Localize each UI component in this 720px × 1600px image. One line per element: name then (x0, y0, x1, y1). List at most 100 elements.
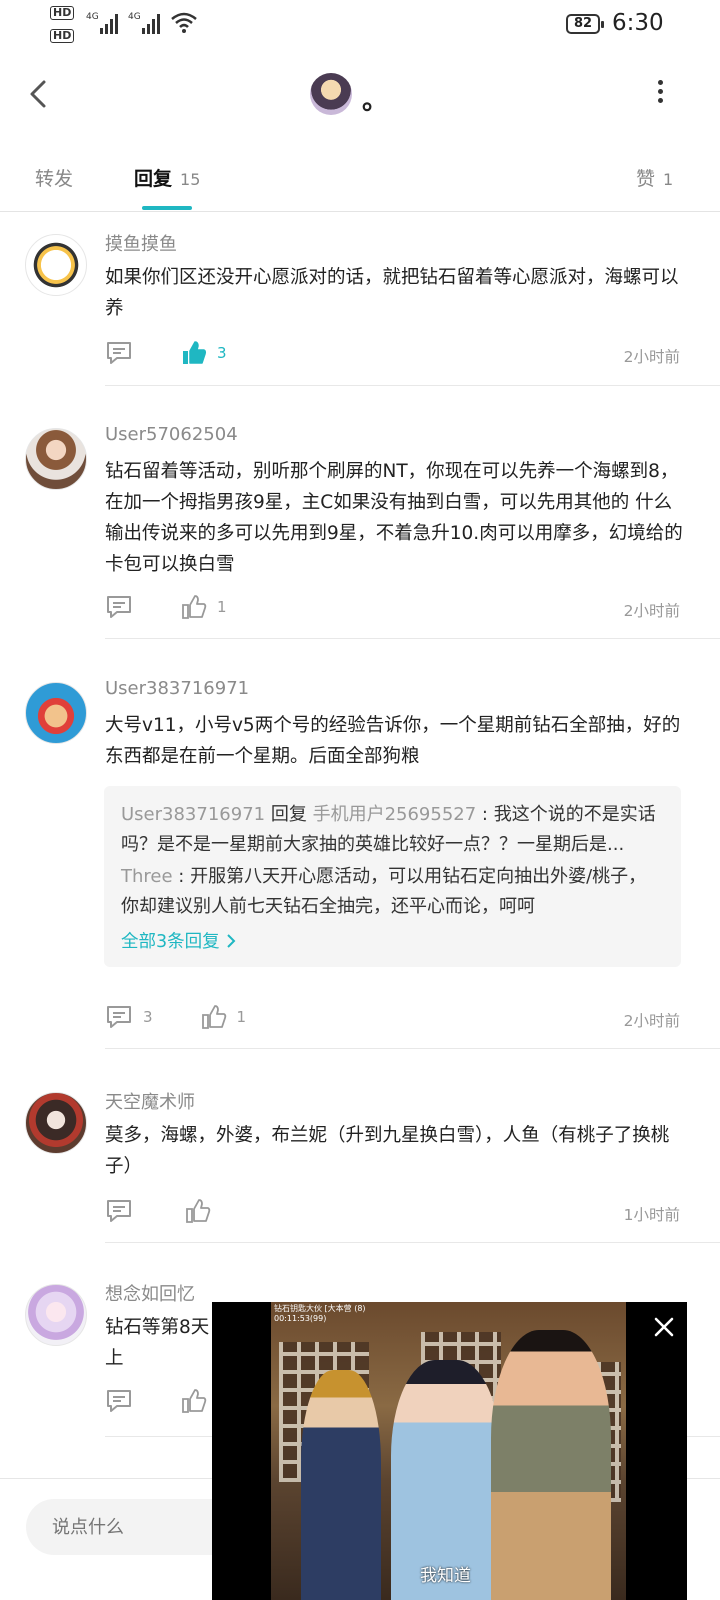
divider (105, 1242, 720, 1243)
like-button[interactable] (181, 1388, 207, 1414)
view-all-replies-label: 全部3条回复 (121, 932, 220, 952)
comment-icon (107, 1200, 131, 1222)
more-button[interactable] (648, 80, 672, 110)
comment-actions: 3 1 (105, 1004, 246, 1030)
timestamp: 1小时前 (623, 1206, 680, 1224)
tab-label: 转发 (35, 168, 74, 190)
username[interactable]: User383716971 (105, 678, 249, 699)
reply-author[interactable]: User383716971 (121, 804, 265, 825)
like-button[interactable]: 3 (181, 340, 227, 366)
view-all-replies-link[interactable]: 全部3条回复 (121, 928, 238, 953)
chevron-right-icon (226, 933, 236, 948)
username[interactable]: User57062504 (105, 424, 238, 445)
comment-text: 如果你们区还没开心愿派对的话，就把钻石留着等心愿派对，海螺可以养 (105, 267, 679, 319)
like-count: 1 (236, 1008, 247, 1026)
comment-text: 钻石留着等活动，别听那个刷屏的NT，你现在可以先养一个海螺到8，在加一个拇指男孩… (105, 461, 683, 575)
avatar[interactable] (25, 428, 87, 490)
comment-icon (107, 342, 131, 364)
comment-text: 大号v11，小号v5两个号的经验告诉你，一个星期前钻石全部抽，好的东西都是在前一… (105, 715, 681, 767)
video-frame (271, 1302, 626, 1600)
avatar[interactable] (310, 73, 352, 115)
network-type: 4G (86, 12, 99, 22)
avatar[interactable] (25, 234, 87, 296)
signal-icon (142, 12, 160, 34)
hd-badge: HD (50, 6, 75, 20)
reply-verb: 回复 (270, 804, 307, 825)
divider (105, 638, 720, 639)
battery-icon: 82 (566, 14, 604, 34)
video-osd-line: 钻石钥匙大伙 [大本营 (8) (274, 1304, 366, 1313)
comment-text: 钻石等第8天 上 (105, 1312, 215, 1374)
reply-author[interactable]: Three (121, 866, 173, 887)
reply-item: Three : 开服第八天开心愿活动，可以用钻石定向抽出外婆/桃子，你却建议别人… (121, 866, 647, 917)
wifi-icon (171, 12, 197, 33)
reply-text: 开服第八天开心愿活动，可以用钻石定向抽出外婆/桃子，你却建议别人前七天钻石全抽完… (121, 866, 647, 917)
like-button[interactable]: 1 (201, 1004, 247, 1030)
divider (105, 1048, 720, 1049)
tab-label: 回复 (134, 168, 173, 190)
tab-indicator (142, 206, 192, 210)
comment-actions (105, 1198, 211, 1224)
header: 。 (0, 60, 720, 130)
reply-button[interactable] (105, 1388, 133, 1414)
tab-reply[interactable]: 回复 15 (134, 164, 200, 191)
tab-like[interactable]: 赞1 (636, 164, 673, 191)
video-osd-line: 00:11:53(99) (274, 1314, 327, 1323)
reply-button[interactable] (105, 594, 133, 620)
reply-preview-box[interactable]: User383716971 回复 手机用户25695527 : 我这个说的不是实… (104, 786, 681, 967)
username[interactable]: 摸鱼摸鱼 (105, 230, 177, 256)
comment-actions: 1 (105, 594, 227, 620)
back-button[interactable] (22, 74, 58, 114)
comment-icon (107, 596, 131, 618)
clock: 6:30 (612, 10, 664, 36)
thumbs-up-icon (182, 1389, 207, 1413)
like-count: 3 (217, 344, 227, 362)
username[interactable]: 天空魔术师 (105, 1088, 195, 1114)
close-icon (654, 1317, 674, 1337)
video-subtitle: 我知道 (420, 1566, 471, 1586)
thumbs-up-icon (201, 1005, 226, 1029)
floating-video-player[interactable]: 钻石钥匙大伙 [大本营 (8) 00:11:53(99) 我知道 (212, 1302, 687, 1600)
reply-button[interactable]: 3 (105, 1004, 153, 1030)
comment-text: 莫多，海螺，外婆，布兰妮（升到九星换白雪），人鱼（有桃子了换桃子） (105, 1125, 670, 1177)
avatar[interactable] (25, 682, 87, 744)
timestamp: 2小时前 (623, 602, 680, 620)
like-count: 1 (217, 598, 227, 616)
tab-bar: 转发 回复 15 赞1 (0, 150, 720, 212)
reply-target[interactable]: 手机用户25695527 (313, 804, 477, 825)
hd-badge: HD (50, 29, 75, 43)
more-vertical-icon (648, 80, 672, 103)
network-type: 4G (128, 12, 141, 22)
timestamp: 2小时前 (623, 348, 680, 366)
comment-count: 3 (143, 1008, 153, 1026)
comment-actions (105, 1388, 207, 1414)
comment-icon (107, 1006, 131, 1028)
reply-button[interactable] (105, 340, 133, 366)
signal-icon (100, 12, 118, 34)
tab-count: 15 (180, 170, 201, 189)
page-title: 。 (362, 86, 389, 116)
tab-count: 1 (663, 170, 674, 189)
divider (105, 385, 720, 386)
video-figure (491, 1330, 611, 1600)
thumbs-up-icon (183, 341, 207, 364)
tab-label: 赞 (636, 168, 656, 190)
reply-button[interactable] (105, 1198, 133, 1224)
timestamp: 2小时前 (623, 1012, 680, 1030)
reply-item: User383716971 回复 手机用户25695527 : 我这个说的不是实… (121, 804, 656, 855)
username[interactable]: 想念如回忆 (105, 1280, 195, 1306)
thumbs-up-icon (182, 595, 207, 619)
like-button[interactable] (185, 1198, 211, 1224)
video-figure (301, 1370, 381, 1600)
like-button[interactable]: 1 (181, 594, 227, 620)
video-osd: 钻石钥匙大伙 [大本营 (8) 00:11:53(99) (274, 1304, 366, 1324)
avatar[interactable] (25, 1284, 87, 1346)
thumbs-up-icon (186, 1199, 211, 1223)
close-video-button[interactable] (649, 1312, 679, 1342)
status-bar: HD HD 4G 4G 82 6:30 (0, 0, 720, 52)
tab-forward[interactable]: 转发 (35, 164, 73, 191)
avatar[interactable] (25, 1092, 87, 1154)
chevron-left-icon (30, 80, 46, 108)
comment-text-line: 钻石等第8天 (105, 1317, 210, 1338)
comment-text-line: 上 (105, 1348, 124, 1369)
